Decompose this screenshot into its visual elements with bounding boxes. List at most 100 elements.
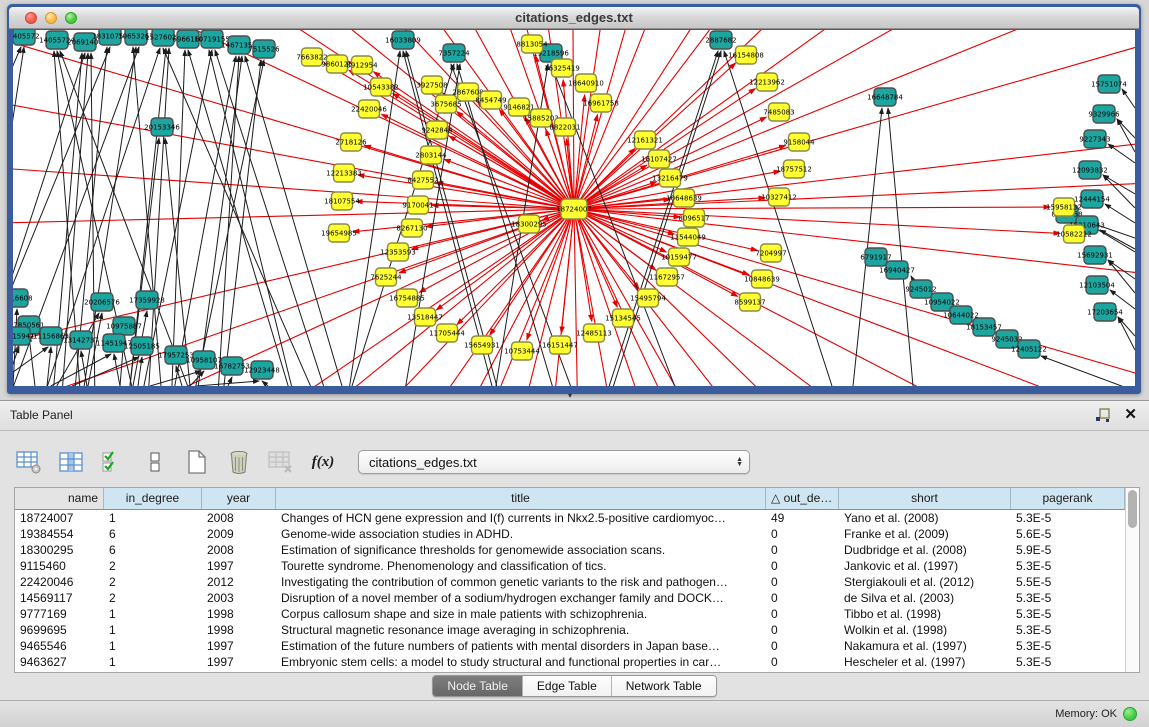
table-cell: 1997 [202, 638, 276, 654]
table-cell: 22420046 [15, 574, 104, 590]
table-row[interactable]: 911546021997Tourette syndrome. Phenomeno… [15, 558, 1125, 574]
function-builder-icon[interactable]: f(x) [308, 448, 338, 476]
column-header-pagerank[interactable]: pagerank [1011, 488, 1125, 509]
graph-node-label: 10848639 [744, 276, 780, 284]
table-cell: Structural magnetic resonance image aver… [276, 622, 766, 638]
black-edge [262, 381, 268, 386]
graph-node-label: 13142737 [63, 337, 99, 345]
memory-status-label: Memory: OK [1055, 708, 1117, 720]
table-row[interactable]: 1872400712008Changes of HCN gene express… [15, 510, 1125, 526]
column-header-out_de[interactable]: △ out_de… [766, 488, 839, 509]
memory-ok-icon [1123, 707, 1137, 721]
graph-node-label: 18300295 [511, 221, 547, 229]
table-row[interactable]: 1456911722003Disruption of a novel membe… [15, 590, 1125, 606]
float-panel-icon[interactable] [1095, 408, 1111, 423]
table-row[interactable]: 969969511998Structural magnetic resonanc… [15, 622, 1125, 638]
table-cell: Jankovic et al. (1997) [839, 558, 1011, 574]
table-cell: 0 [766, 590, 839, 606]
table-cell: 9465546 [15, 638, 104, 654]
row-height-icon[interactable] [140, 448, 170, 476]
graph-node-label: 7485083 [763, 109, 794, 117]
column-header-short[interactable]: short [839, 488, 1011, 509]
table-mode-icon[interactable] [14, 448, 44, 476]
table-cell: Dudbridge et al. (2008) [839, 542, 1011, 558]
delete-column-trash-icon[interactable] [224, 448, 254, 476]
tab-node-table[interactable]: Node Table [433, 676, 522, 696]
close-window-icon[interactable] [25, 12, 37, 24]
table-cell: 0 [766, 558, 839, 574]
network-canvas[interactable]: 3405572140557242069140618310754106532671… [13, 30, 1135, 386]
select-all-rows-icon[interactable] [98, 448, 128, 476]
new-column-icon[interactable] [182, 448, 212, 476]
citation-network-graph[interactable]: 3405572140557242069140618310754106532671… [13, 30, 1135, 386]
graph-node-label: 8912954 [346, 62, 378, 70]
minimize-window-icon[interactable] [45, 12, 57, 24]
table-row[interactable]: 1830029562008Estimation of significance … [15, 542, 1125, 558]
column-header-title[interactable]: title [276, 488, 766, 509]
table-header-row: namein_degreeyeartitle△ out_de…shortpage… [15, 488, 1125, 510]
table-cell: 1997 [202, 558, 276, 574]
table-cell: 5.3E-5 [1011, 590, 1125, 606]
graph-node-label: 7515526 [248, 46, 280, 54]
table-cell: 2008 [202, 510, 276, 526]
table-cell: 1 [104, 638, 202, 654]
table-scrollbar-thumb[interactable] [1128, 490, 1137, 528]
table-cell: 9115460 [15, 558, 104, 574]
graph-node-label: 12405122 [1011, 346, 1047, 354]
table-cell: Stergiakouli et al. (2012) [839, 574, 1011, 590]
dropdown-arrows-icon: ▲▼ [736, 457, 743, 467]
close-panel-icon[interactable]: ✕ [1124, 405, 1137, 423]
black-edge [13, 347, 48, 386]
table-cell: 2003 [202, 590, 276, 606]
graph-node-label: 9227343 [1079, 136, 1110, 144]
table-scrollbar[interactable] [1125, 488, 1139, 672]
table-cell: 9463627 [15, 654, 104, 670]
panel-splitter-handle[interactable]: ▾ [562, 392, 578, 400]
table-cell: 0 [766, 526, 839, 542]
table-cell: 5.3E-5 [1011, 622, 1125, 638]
select-columns-icon[interactable] [56, 448, 86, 476]
graph-node-label: 16648784 [867, 94, 903, 102]
red-edge [419, 209, 574, 292]
graph-node-label: 10543382 [363, 84, 399, 92]
graph-node-label: 3927508 [416, 82, 447, 90]
table-cell: Wolkin et al. (1998) [839, 622, 1011, 638]
zoom-window-icon[interactable] [65, 12, 77, 24]
table-cell: 2012 [202, 574, 276, 590]
graph-node-label: 2887682 [705, 37, 736, 45]
graph-node-label: 6791917 [860, 254, 891, 262]
table-cell: 2 [104, 574, 202, 590]
graph-node-label: 16754885 [389, 295, 425, 303]
graph-node-label: 7625244 [370, 274, 402, 282]
tab-network-table[interactable]: Network Table [611, 676, 716, 696]
table-cell: Genome-wide association studies in ADHD. [276, 526, 766, 542]
table-row[interactable]: 946362711997Embryonic stem cells: a mode… [15, 654, 1125, 670]
table-source-select[interactable]: citations_edges.txt ▲▼ [358, 450, 750, 474]
graph-node-label: 7204997 [755, 250, 786, 258]
table-row[interactable]: 1938455462009Genome-wide association stu… [15, 526, 1125, 542]
graph-node-label: 3675685 [430, 101, 461, 109]
column-header-year[interactable]: year [202, 488, 276, 509]
table-cell: Estimation of the future numbers of pati… [276, 638, 766, 654]
graph-node-label: 15751074 [1091, 81, 1127, 89]
graph-node-label: 11544049 [670, 234, 706, 242]
table-cell: Tibbo et al. (1998) [839, 606, 1011, 622]
graph-node-label: 15958132 [1046, 204, 1082, 212]
table-cell: 5.3E-5 [1011, 558, 1125, 574]
table-row[interactable]: 977716911998Corpus callosum shape and si… [15, 606, 1125, 622]
table-row[interactable]: 946554611997Estimation of the future num… [15, 638, 1125, 654]
graph-node-label: 10327412 [761, 194, 797, 202]
black-edge [853, 108, 882, 386]
black-edge [1122, 89, 1135, 108]
column-header-in_degree[interactable]: in_degree [104, 488, 202, 509]
sort-ascending-icon: △ [771, 491, 784, 505]
table-cell: Franke et al. (2009) [839, 526, 1011, 542]
graph-node-label: 3915941 [13, 333, 35, 341]
column-header-name[interactable]: name [15, 488, 104, 509]
table-cell: 5.5E-5 [1011, 574, 1125, 590]
window-titlebar[interactable]: citations_edges.txt [9, 7, 1139, 29]
table-row[interactable]: 2242004622012Investigating the contribut… [15, 574, 1125, 590]
table-cell: Investigating the contribution of common… [276, 574, 766, 590]
delete-table-icon[interactable] [266, 448, 296, 476]
tab-edge-table[interactable]: Edge Table [522, 676, 611, 696]
